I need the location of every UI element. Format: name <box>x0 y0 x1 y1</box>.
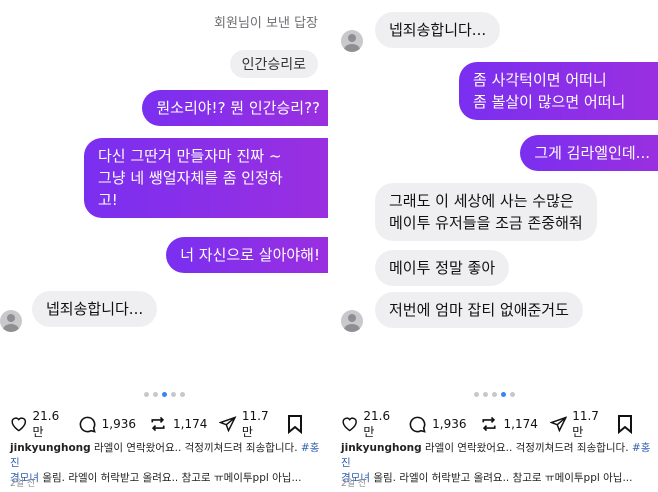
repost-button[interactable]: 1,174 <box>479 415 538 433</box>
username-link[interactable]: jinkyunghong <box>10 442 91 454</box>
post-caption: jinkyunghong 라엘이 연락왔어요.. 걱정끼쳐드려 죄송합니다. #… <box>10 441 322 486</box>
heart-icon <box>11 417 27 432</box>
like-count: 21.6만 <box>32 408 60 439</box>
save-button[interactable] <box>287 414 308 434</box>
share-icon <box>219 416 237 433</box>
bookmark-icon <box>618 415 632 434</box>
username-link[interactable]: jinkyunghong <box>341 442 422 454</box>
post-time: 2일 전 <box>341 479 367 489</box>
carousel-dot <box>170 392 176 397</box>
like-count: 21.6만 <box>363 408 391 439</box>
share-button[interactable]: 11.7만 <box>219 409 275 440</box>
received-message-3: 메이투 정말 좋아 <box>375 250 510 286</box>
comment-count: 1,936 <box>432 417 467 431</box>
left-post-panel: 회원님이 보낸 답장 인간승리로 뭔소리야!? 뭔 인간승리?? 다신 그딴거 … <box>0 0 328 492</box>
save-button[interactable] <box>617 414 638 434</box>
repost-count: 1,174 <box>503 417 538 431</box>
like-button[interactable]: 21.6만 <box>341 409 396 440</box>
repost-button[interactable]: 1,174 <box>148 415 207 433</box>
share-count: 11.7만 <box>241 408 269 439</box>
carousel-dot-active <box>501 392 506 397</box>
sent-message-2: 다신 그딴거 만들자마 진짜 ~ 그냥 네 쌩얼자체를 좀 인정하 고! <box>84 138 328 218</box>
caption-text: 라엘이 연락왔어요.. 걱정끼쳐드려 죄송합니다. <box>421 442 632 454</box>
received-message-1: 넵죄송합니다... <box>32 291 158 327</box>
comment-button[interactable]: 1,936 <box>78 415 136 434</box>
action-bar: 21.6만 1,936 1,174 11.7만 <box>10 409 320 440</box>
replied-message: 인간승리로 <box>229 50 318 78</box>
repost-icon <box>151 416 165 432</box>
share-icon <box>549 416 568 433</box>
sent-message-1: 좀 사각턱이면 어떠니 좀 볼살이 많으면 어떠니 <box>459 62 658 120</box>
sent-message-2: 그게 김라엘인데... <box>520 135 658 171</box>
avatar-icon <box>341 30 363 52</box>
sent-message-3: 너 자신으로 살아야해! <box>166 237 328 273</box>
carousel-dot <box>483 392 488 397</box>
carousel-dot-active <box>161 392 167 397</box>
repost-icon <box>481 416 496 432</box>
carousel-dots <box>0 392 328 400</box>
share-button[interactable]: 11.7만 <box>549 408 605 440</box>
carousel-dot <box>143 392 149 397</box>
caption-text-continued: 올림. 라엘이 허락받고 올려요.. 참고로 ㅠ메이투ppl 아닙... <box>38 472 302 484</box>
carousel-dot <box>179 392 185 397</box>
comment-icon <box>79 416 96 433</box>
comment-icon <box>409 416 426 433</box>
repost-count: 1,174 <box>173 417 208 431</box>
caption-text: 라엘이 연락왔어요.. 걱정끼쳐드려 죄송합니다. <box>90 442 301 454</box>
like-button[interactable]: 21.6만 <box>10 409 66 440</box>
post-time: 2일 전 <box>10 479 36 489</box>
carousel-dot <box>492 392 497 397</box>
reply-caption: 회원님이 보낸 답장 <box>214 16 318 31</box>
carousel-dot <box>510 392 515 397</box>
share-count: 11.7만 <box>572 408 599 439</box>
received-message-4: 저번에 엄마 잡티 없애준거도 <box>375 292 583 328</box>
received-message-2: 그래도 이 세상에 사는 수많은 메이투 유저들을 조금 존중해줘 <box>375 183 597 241</box>
sent-message-1: 뭔소리야!? 뭔 인간승리?? <box>142 90 328 126</box>
avatar-icon <box>341 310 363 332</box>
received-message-1: 넵죄송합니다... <box>375 12 501 48</box>
chat-screenshot-right: 넵죄송합니다... 좀 사각턱이면 어떠니 좀 볼살이 많으면 어떠니 그게 김… <box>331 0 658 388</box>
chat-screenshot-left: 회원님이 보낸 답장 인간승리로 뭔소리야!? 뭔 인간승리?? 다신 그딴거 … <box>0 0 328 388</box>
bookmark-icon <box>288 415 302 434</box>
comment-count: 1,936 <box>101 417 136 431</box>
caption-text-continued: 올림. 라엘이 허락받고 올려요.. 참고로 ㅠ메이투ppl 아닙... <box>369 472 633 484</box>
right-post-panel: 넵죄송합니다... 좀 사각턱이면 어떠니 좀 볼살이 많으면 어떠니 그게 김… <box>331 0 658 492</box>
carousel-dot <box>474 392 479 397</box>
action-bar: 21.6만 1,936 1,174 11.7만 <box>341 408 650 440</box>
heart-icon <box>342 417 357 432</box>
carousel-dot <box>152 392 158 397</box>
avatar-icon <box>0 310 22 332</box>
comment-button[interactable]: 1,936 <box>408 415 467 434</box>
post-caption: jinkyunghong 라엘이 연락왔어요.. 걱정끼쳐드려 죄송합니다. #… <box>341 441 652 486</box>
carousel-dots <box>331 392 658 400</box>
